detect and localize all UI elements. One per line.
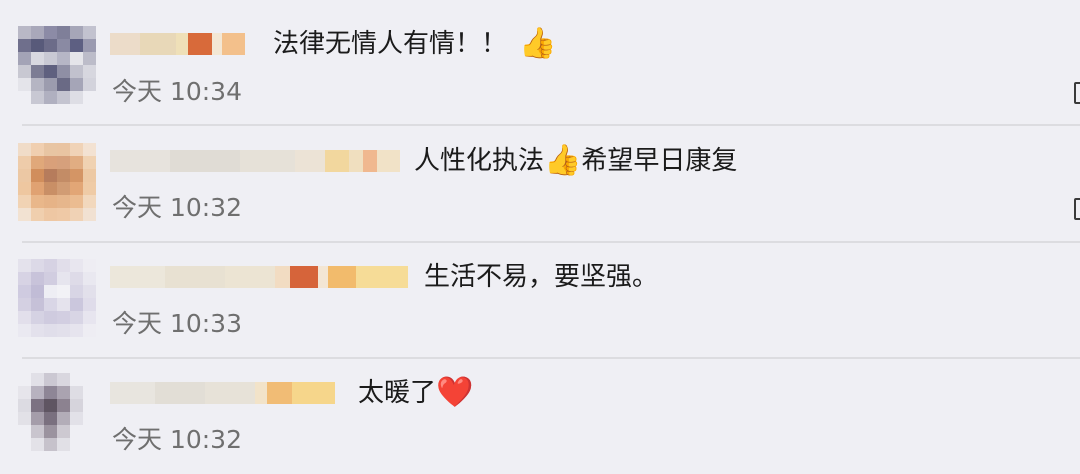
nickname[interactable] [110,150,400,172]
like-icon[interactable] [1074,82,1080,104]
nickname[interactable] [110,33,245,55]
comment-text-body: 生活不易，要坚强。 [424,262,659,292]
like-icon[interactable] [1074,198,1080,220]
avatar[interactable] [18,143,96,221]
timestamp: 今天 10:34 [112,77,242,106]
avatar[interactable] [18,26,96,104]
nickname[interactable] [110,382,335,404]
divider [22,241,1080,243]
avatar[interactable] [18,259,96,337]
timestamp: 今天 10:32 [112,193,242,222]
comment-text: 人性化执法 👍 希望早日康复 [414,145,737,177]
divider [22,124,1080,126]
divider [22,357,1080,359]
comment-text-body: 太暖了 [358,378,437,408]
nickname[interactable] [110,266,408,288]
timestamp: 今天 10:32 [112,425,242,454]
thumbs-up-icon: 👍 [544,143,582,178]
comment-text-body: 人性化执法 [414,146,545,176]
timestamp: 今天 10:33 [112,309,242,338]
comment-text-tail: 希望早日康复 [581,146,738,176]
comment-text: 法律无情人有情！！ 👍 [273,28,556,60]
heart-icon: ❤️ [436,375,474,410]
comment-text: 生活不易，要坚强。 [424,261,658,293]
avatar[interactable] [18,373,96,451]
comment-text-body: 法律无情人有情！！ [273,29,508,59]
thumbs-up-icon: 👍 [519,26,557,61]
comment-text: 太暖了 ❤️ [358,377,473,409]
